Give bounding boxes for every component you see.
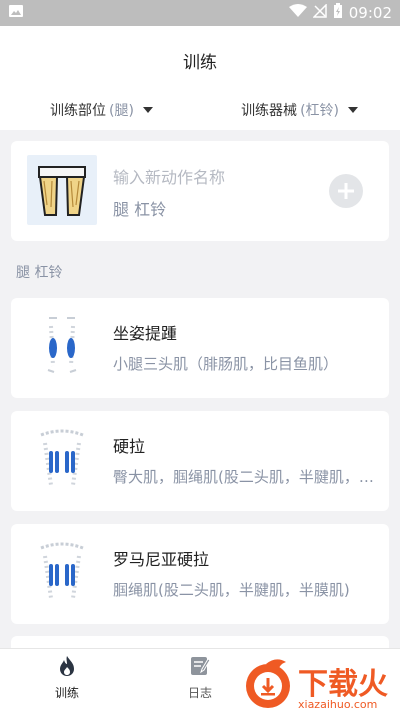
status-time: 09:02 <box>348 4 392 22</box>
calves-figure-icon <box>27 312 97 382</box>
nav-tab-train-label: 训练 <box>54 686 79 700</box>
notepad-icon <box>191 657 211 675</box>
section-label: 腿 杠铃 <box>16 265 63 281</box>
legs-icon <box>27 155 97 225</box>
exercise-name: 坐姿提踵 <box>113 324 178 343</box>
svg-text:xiazaihuo.com: xiazaihuo.com <box>298 698 377 711</box>
page-title: 训练 <box>183 53 217 73</box>
new-action-name-input[interactable]: 输入新动作名称 <box>113 164 225 188</box>
equipment-filter-label: 训练器械 <box>241 103 298 119</box>
new-action-category: 腿 杠铃 <box>113 200 167 219</box>
exercise-card[interactable]: 硬拉 臀大肌，腘绳肌(股二头肌，半腱肌，半膜肌) <box>11 411 389 511</box>
status-bar: 09:02 <box>0 0 400 26</box>
add-action-button[interactable] <box>329 174 363 208</box>
exercise-muscles: 腘绳肌(股二头肌，半腱肌，半膜肌) <box>113 581 350 599</box>
hamstrings-figure-icon <box>27 425 97 495</box>
header: 训练 训练部位 (腿) 训练器械 (杠铃) <box>0 26 400 130</box>
body-part-filter-label: 训练部位 <box>50 103 106 119</box>
wifi-icon <box>288 4 307 22</box>
exercise-muscles: 小腿三头肌（腓肠肌，比目鱼肌） <box>113 355 339 373</box>
body-part-filter[interactable]: 训练部位 (腿) <box>50 100 153 120</box>
exercise-card[interactable]: 坐姿提踵 小腿三头肌（腓肠肌，比目鱼肌） <box>11 298 389 398</box>
nav-tab-train[interactable]: 训练 <box>27 655 107 701</box>
image-icon <box>8 4 24 22</box>
watermark-logo: 下载火 xiazaihuo.com <box>236 646 400 711</box>
exercise-card[interactable]: 罗马尼亚硬拉 腘绳肌(股二头肌，半腱肌，半膜肌) <box>11 524 389 624</box>
equipment-filter[interactable]: 训练器械 (杠铃) <box>241 100 358 120</box>
battery-charging-icon <box>333 3 343 23</box>
exercise-name: 罗马尼亚硬拉 <box>113 550 210 569</box>
flame-icon <box>60 656 74 676</box>
body-part-filter-value: (腿) <box>109 103 134 119</box>
exercise-name: 硬拉 <box>113 437 146 456</box>
equipment-filter-value: (杠铃) <box>300 103 339 119</box>
no-signal-icon <box>311 3 327 22</box>
nav-tab-log[interactable]: 日志 <box>160 655 240 701</box>
dropdown-caret-icon <box>142 107 153 113</box>
hamstrings-figure-icon <box>27 538 97 608</box>
svg-text:下载火: 下载火 <box>298 667 388 702</box>
new-action-card[interactable]: 输入新动作名称 腿 杠铃 <box>11 141 389 241</box>
plus-icon <box>338 183 354 199</box>
dropdown-caret-icon <box>348 107 358 113</box>
nav-tab-log-label: 日志 <box>187 686 212 700</box>
exercise-muscles: 臀大肌，腘绳肌(股二头肌，半腱肌，半膜肌) <box>113 468 375 486</box>
